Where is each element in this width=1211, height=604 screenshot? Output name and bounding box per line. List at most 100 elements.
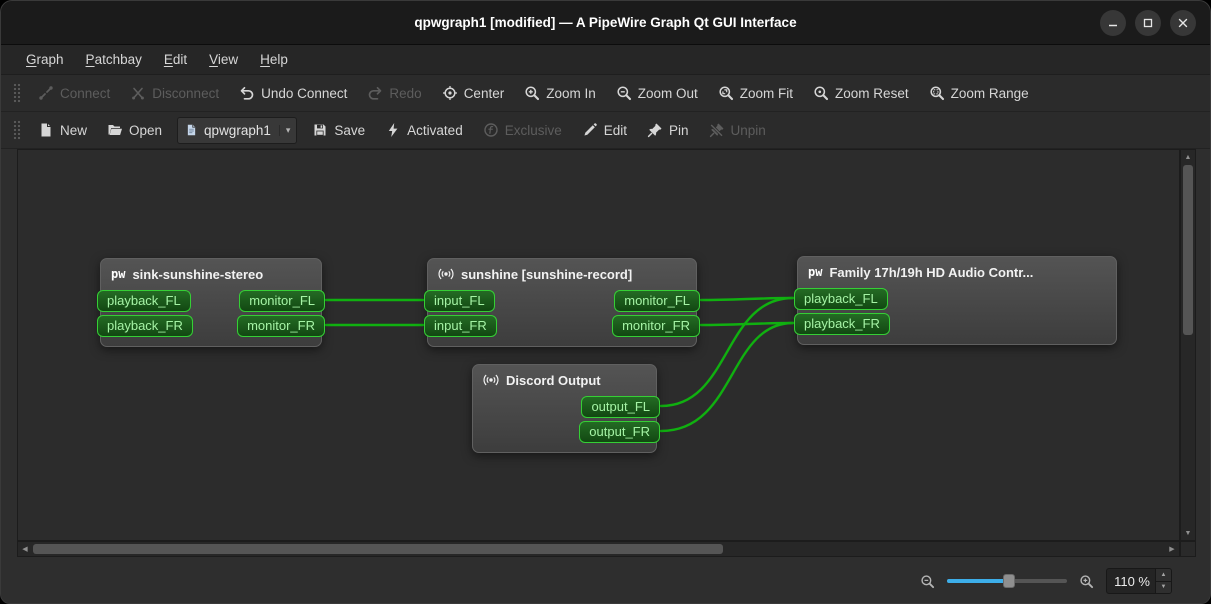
minimize-button[interactable] <box>1100 10 1126 36</box>
zoom-fit-icon <box>718 85 734 101</box>
zoom-spinbox-value[interactable]: 110 % <box>1107 569 1155 593</box>
port-input[interactable]: playback_FR <box>794 313 890 335</box>
close-icon <box>1177 17 1189 29</box>
node-discord-output[interactable]: Discord Output output_FL output_FR <box>472 364 657 453</box>
unpin-icon <box>709 122 725 138</box>
zoom-in-button[interactable]: Zoom In <box>515 80 605 106</box>
pin-button[interactable]: Pin <box>638 117 698 143</box>
zoom-slider-fill <box>947 579 1009 583</box>
node-title-text: sink-sunshine-stereo <box>132 267 263 282</box>
disconnect-button[interactable]: Disconnect <box>121 80 228 106</box>
minimize-icon <box>1107 17 1119 29</box>
scroll-up-arrow-icon[interactable]: ▲ <box>1181 150 1195 164</box>
combo-caret-icon[interactable]: ▾ <box>279 125 291 136</box>
unpin-button[interactable]: Unpin <box>700 117 775 143</box>
window-controls <box>1100 10 1196 36</box>
maximize-icon <box>1142 17 1154 29</box>
edit-toggle[interactable]: Edit <box>573 117 636 143</box>
open-button[interactable]: Open <box>98 117 171 143</box>
port-input[interactable]: playback_FR <box>97 315 193 337</box>
edit-pencil-icon <box>582 122 598 138</box>
app-window: qpwgraph1 [modified] — A PipeWire Graph … <box>0 0 1211 604</box>
port-output[interactable]: output_FR <box>579 421 660 443</box>
exclusive-icon <box>483 122 499 138</box>
horizontal-scroll-thumb[interactable] <box>33 544 723 554</box>
exclusive-toggle[interactable]: Exclusive <box>474 117 571 143</box>
broadcast-icon <box>438 266 454 282</box>
port-input[interactable]: playback_FL <box>97 290 191 312</box>
pin-icon <box>647 122 663 138</box>
center-icon <box>442 85 458 101</box>
zoom-spinbox[interactable]: 110 % ▲ ▼ <box>1106 568 1172 594</box>
activated-toggle[interactable]: Activated <box>376 117 472 143</box>
session-combo-value: qpwgraph1 <box>204 123 271 138</box>
toolbar-drag-handle[interactable] <box>13 120 21 140</box>
port-output[interactable]: monitor_FR <box>612 315 700 337</box>
session-file-icon <box>185 123 198 137</box>
zoom-range-button[interactable]: Zoom Range <box>920 80 1038 106</box>
zoom-out-icon <box>616 85 632 101</box>
zoom-fit-button[interactable]: Zoom Fit <box>709 80 802 106</box>
graph-viewport[interactable]: pw sink-sunshine-stereo playback_FL moni… <box>17 149 1180 541</box>
zoom-out-icon[interactable] <box>920 574 935 589</box>
zoom-slider[interactable] <box>947 572 1067 590</box>
zoom-slider-handle[interactable] <box>1003 574 1015 588</box>
titlebar: qpwgraph1 [modified] — A PipeWire Graph … <box>1 1 1210 45</box>
activated-lightning-icon <box>385 122 401 138</box>
zoom-reset-icon <box>813 85 829 101</box>
zoom-in-icon[interactable] <box>1079 574 1094 589</box>
menu-graph[interactable]: Graph <box>15 48 75 71</box>
port-output[interactable]: monitor_FL <box>614 290 700 312</box>
vertical-scroll-thumb[interactable] <box>1183 165 1193 335</box>
new-file-icon <box>38 122 54 138</box>
zoom-in-icon <box>524 85 540 101</box>
toolbar-drag-handle[interactable] <box>13 83 21 103</box>
vertical-scrollbar[interactable]: ▲ ▼ <box>1180 149 1196 541</box>
menu-patchbay[interactable]: Patchbay <box>75 48 153 71</box>
horizontal-scrollbar[interactable]: ◀ ▶ <box>17 541 1180 557</box>
undo-icon <box>239 85 255 101</box>
scroll-left-arrow-icon[interactable]: ◀ <box>18 542 32 556</box>
new-button[interactable]: New <box>29 117 96 143</box>
node-header: Discord Output <box>473 365 656 393</box>
zoom-spin-arrows: ▲ ▼ <box>1155 569 1171 593</box>
statusbar: 110 % ▲ ▼ <box>1 557 1210 604</box>
redo-button[interactable]: Redo <box>358 80 430 106</box>
node-sunshine[interactable]: sunshine [sunshine-record] input_FL moni… <box>427 258 697 347</box>
scroll-down-arrow-icon[interactable]: ▼ <box>1181 526 1195 540</box>
zoom-out-button[interactable]: Zoom Out <box>607 80 707 106</box>
menu-view[interactable]: View <box>198 48 249 71</box>
node-header: sunshine [sunshine-record] <box>428 259 696 287</box>
port-output[interactable]: monitor_FL <box>239 290 325 312</box>
toolbar-graph: Connect Disconnect Undo Connect Redo Cen <box>1 75 1210 112</box>
save-button[interactable]: Save <box>303 117 374 143</box>
scroll-right-arrow-icon[interactable]: ▶ <box>1165 542 1179 556</box>
connect-button[interactable]: Connect <box>29 80 119 106</box>
maximize-button[interactable] <box>1135 10 1161 36</box>
node-family-hd-audio[interactable]: pw Family 17h/19h HD Audio Contr... play… <box>797 256 1117 345</box>
pipewire-icon: pw <box>111 268 125 280</box>
save-icon <box>312 122 328 138</box>
node-header: pw sink-sunshine-stereo <box>101 259 321 287</box>
menu-edit[interactable]: Edit <box>153 48 198 71</box>
center-button[interactable]: Center <box>433 80 514 106</box>
session-combo[interactable]: qpwgraph1 ▾ <box>177 117 297 144</box>
spin-up-icon[interactable]: ▲ <box>1156 569 1171 582</box>
open-folder-icon <box>107 122 123 138</box>
menubar: Graph Patchbay Edit View Help <box>1 45 1210 75</box>
spin-down-icon[interactable]: ▼ <box>1156 582 1171 594</box>
port-input[interactable]: input_FR <box>424 315 497 337</box>
node-sink-sunshine-stereo[interactable]: pw sink-sunshine-stereo playback_FL moni… <box>100 258 322 347</box>
node-title-text: sunshine [sunshine-record] <box>461 267 632 282</box>
port-output[interactable]: output_FL <box>581 396 660 418</box>
menu-help[interactable]: Help <box>249 48 299 71</box>
node-title-text: Family 17h/19h HD Audio Contr... <box>829 265 1033 280</box>
port-input[interactable]: input_FL <box>424 290 495 312</box>
close-button[interactable] <box>1170 10 1196 36</box>
redo-icon <box>367 85 383 101</box>
port-output[interactable]: monitor_FR <box>237 315 325 337</box>
undo-connect-button[interactable]: Undo Connect <box>230 80 356 106</box>
broadcast-icon <box>483 372 499 388</box>
zoom-reset-button[interactable]: Zoom Reset <box>804 80 918 106</box>
port-input[interactable]: playback_FL <box>794 288 888 310</box>
